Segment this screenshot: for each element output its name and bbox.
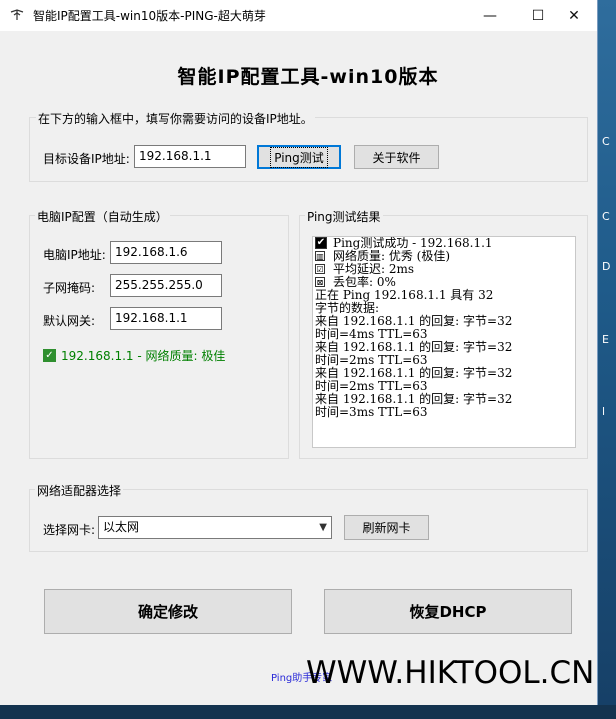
desktop-edge-text: C — [602, 135, 610, 148]
delay-icon: ☑ — [315, 264, 325, 274]
subnet-mask-label: 子网掩码: — [43, 281, 96, 295]
desktop-edge-text: E — [602, 333, 609, 346]
adapter-selected-value: 以太网 — [103, 520, 140, 534]
target-instruction: 在下方的输入框中，填写你需要访问的设备IP地址。 — [36, 110, 315, 127]
desktop-background: C C D E l — [598, 0, 616, 719]
desktop-edge-text: D — [602, 260, 611, 273]
network-status: ✓ 192.168.1.1 - 网络质量: 极佳 — [43, 347, 225, 364]
adapter-select[interactable]: 以太网 ▼ — [98, 516, 332, 539]
check-icon: ✔ — [315, 237, 327, 249]
summary-text: 平均延迟: 2ms — [333, 262, 415, 276]
site-watermark: WWW.HIKTOOL.CN — [306, 655, 595, 691]
restore-dhcp-button[interactable]: 恢复DHCP — [324, 589, 572, 634]
adapter-group-title: 网络适配器选择 — [35, 482, 124, 499]
ping-test-label: Ping测试 — [270, 146, 328, 168]
pc-config-title: 电脑IP配置（自动生成） — [35, 208, 170, 225]
gateway-input[interactable]: 192.168.1.1 — [110, 307, 222, 330]
ping-test-button[interactable]: Ping测试 — [257, 145, 341, 169]
loss-icon: ⊠ — [315, 277, 325, 287]
page-title: 智能IP配置工具-win10版本 — [177, 66, 439, 88]
summary-text: 网络质量: 优秀 (极佳) — [333, 249, 451, 263]
ping-result-title: Ping测试结果 — [305, 208, 383, 225]
summary-text: 丢包率: 0% — [333, 275, 396, 289]
quality-icon: ▥ — [315, 251, 325, 261]
check-icon: ✓ — [43, 349, 56, 362]
taskbar-strip — [0, 705, 616, 719]
network-status-text: 192.168.1.1 - 网络质量: 极佳 — [61, 349, 226, 363]
gateway-label: 默认网关: — [43, 314, 96, 328]
ping-output-box[interactable]: ✔ Ping测试成功 - 192.168.1.1 ▥ 网络质量: 优秀 (极佳)… — [312, 236, 576, 448]
desktop-edge-text: C — [602, 210, 610, 223]
close-button[interactable]: ✕ — [551, 0, 597, 31]
apply-button[interactable]: 确定修改 — [44, 589, 292, 634]
refresh-adapter-button[interactable]: 刷新网卡 — [344, 515, 429, 540]
app-icon — [10, 9, 24, 20]
subnet-mask-input[interactable]: 255.255.255.0 — [110, 274, 222, 297]
summary-row: ⊠ 丢包率: 0% — [313, 276, 575, 289]
target-ip-input[interactable]: 192.168.1.1 — [134, 145, 246, 168]
adapter-select-label: 选择网卡: — [43, 523, 96, 537]
log-line: 时间=3ms TTL=63 — [315, 405, 428, 419]
minimize-button[interactable]: — — [467, 0, 513, 31]
summary-text: Ping测试成功 - 192.168.1.1 — [333, 236, 493, 250]
app-window: 智能IP配置工具-win10版本-PING-超大萌芽 — ☐ ✕ 智能IP配置工… — [0, 0, 598, 705]
pc-ip-input[interactable]: 192.168.1.6 — [110, 241, 222, 264]
target-ip-label: 目标设备IP地址: — [43, 152, 130, 166]
desktop-edge-text: l — [602, 405, 606, 418]
about-button[interactable]: 关于软件 — [354, 145, 439, 169]
chevron-down-icon: ▼ — [319, 522, 327, 533]
window-title: 智能IP配置工具-win10版本-PING-超大萌芽 — [33, 9, 266, 23]
title-bar[interactable]: 智能IP配置工具-win10版本-PING-超大萌芽 — ☐ ✕ — [0, 0, 597, 31]
pc-ip-label: 电脑IP地址: — [43, 248, 106, 262]
